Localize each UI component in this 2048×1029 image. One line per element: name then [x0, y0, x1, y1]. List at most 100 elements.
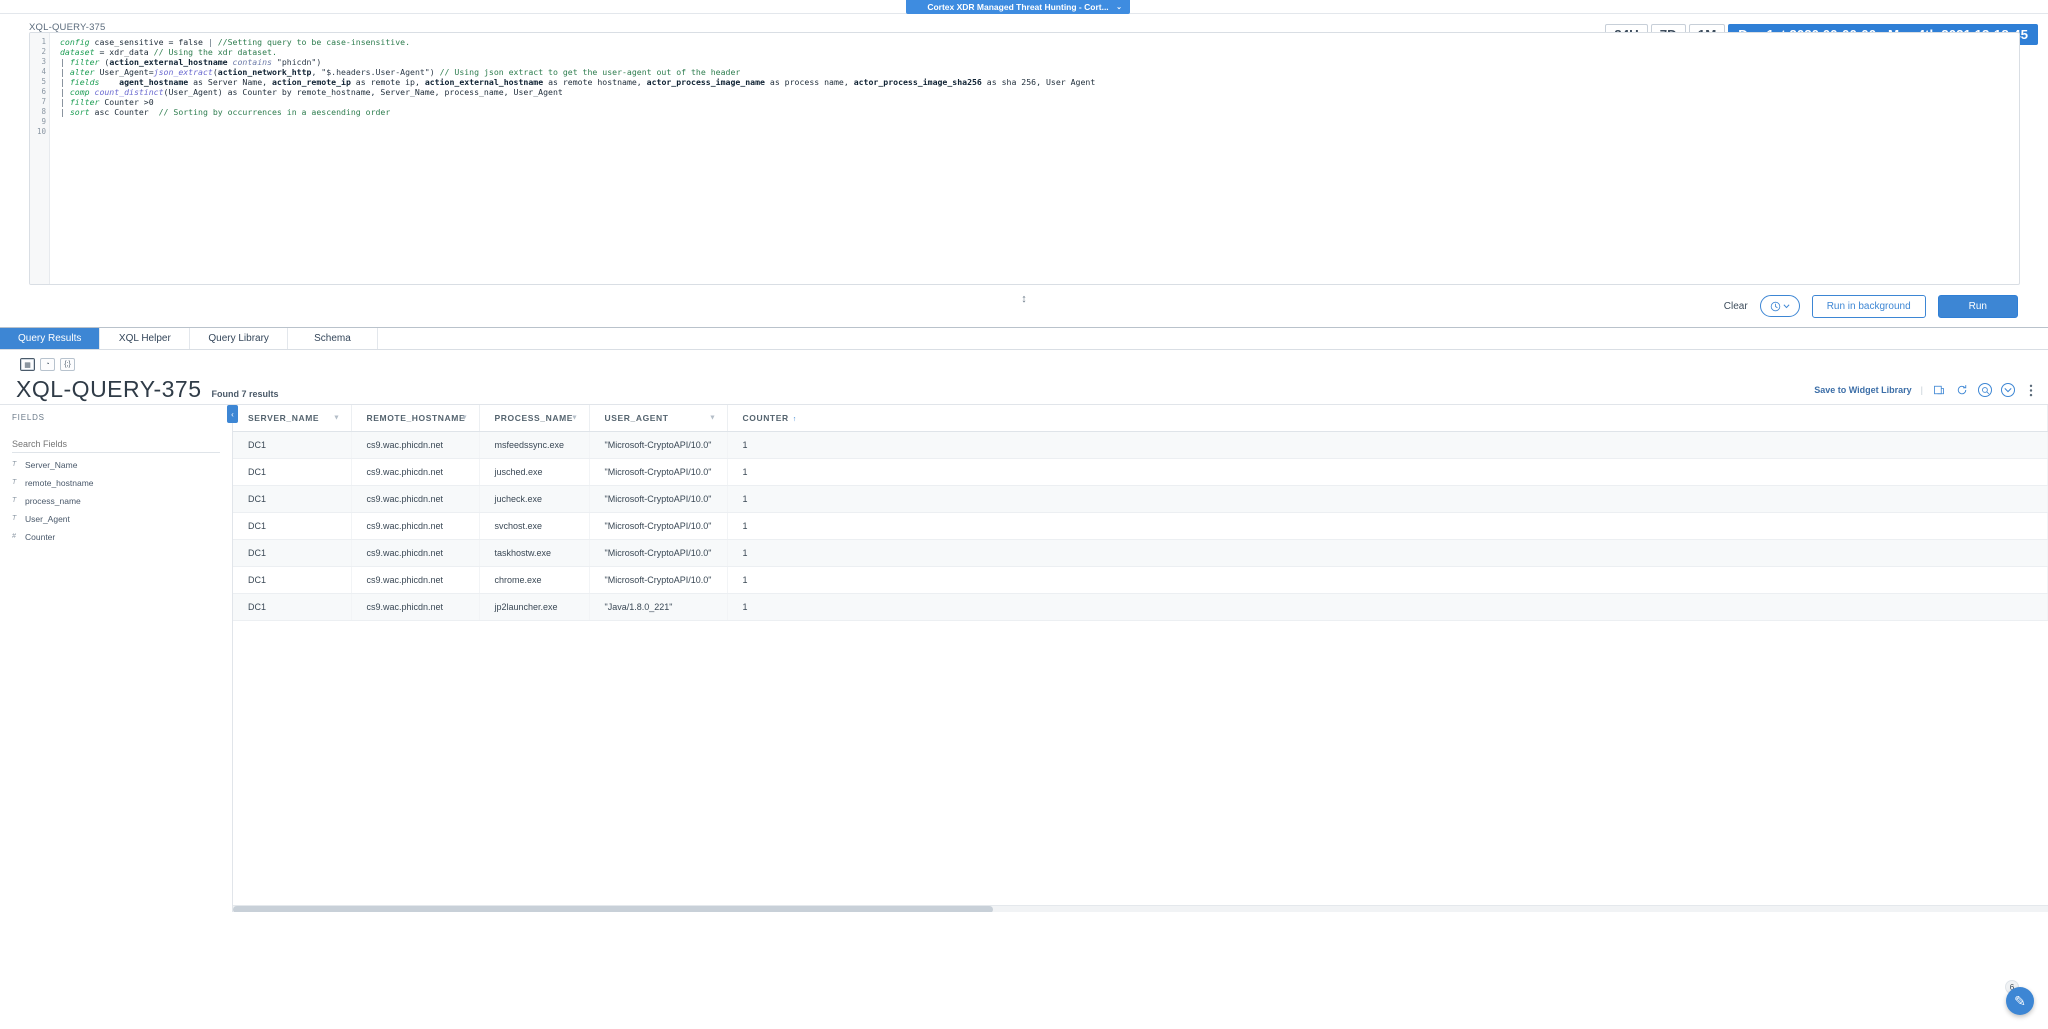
column-header-label: SERVER_NAME	[248, 413, 320, 423]
table-row[interactable]: DC1 cs9.wac.phicdn.net svchost.exe "Microso…	[233, 512, 2048, 540]
field-item[interactable]: # Counter	[12, 530, 222, 543]
column-header-remote-hostname[interactable]: REMOTE_HOSTNAME ▼	[351, 405, 480, 432]
code-token: config	[60, 37, 95, 47]
line-number: 5	[41, 77, 46, 86]
code-line[interactable]: 8 | sort asc Counter // Sorting by occurr…	[30, 107, 2019, 117]
field-type-icon: T	[12, 515, 17, 522]
collapse-fields-panel-button[interactable]: ‹	[227, 405, 238, 423]
code-token: |	[60, 87, 70, 97]
clear-button[interactable]: Clear	[1724, 301, 1748, 312]
tab-schema[interactable]: Schema	[288, 328, 378, 349]
filter-dropdown-icon[interactable]	[2001, 383, 2015, 397]
chevron-down-icon[interactable]: ⌄	[1116, 3, 1122, 11]
cell-process-name: msfeedssync.exe	[479, 431, 590, 459]
code-token: fields	[69, 77, 105, 87]
search-icon[interactable]	[1978, 383, 1992, 397]
field-item[interactable]: T User_Agent	[12, 512, 222, 525]
cell-user-agent: "Java/1.8.0_221"	[589, 593, 728, 621]
results-header-actions: Save to Widget Library |	[1814, 383, 2038, 397]
column-header-label: COUNTER	[742, 413, 789, 423]
field-item[interactable]: Tprocess_name	[12, 494, 222, 507]
table-row[interactable]: DC1 cs9.wac.phicdn.net jp2launcher.exe "Jav…	[233, 593, 2048, 621]
json-view-icon[interactable]: {;}	[60, 358, 75, 371]
code-line[interactable]: 4 | alter User_Agent=json_extract(action_…	[30, 67, 2019, 77]
tab-xql-helper[interactable]: XQL Helper	[100, 328, 191, 349]
code-line[interactable]: 6 | comp count_distinct(User_Agent) as Co…	[30, 87, 2019, 97]
cell-counter: 1	[727, 566, 2048, 594]
code-token: filter	[69, 97, 105, 107]
code-line-text: | sort asc Counter // Sorting by occurre…	[50, 107, 390, 117]
column-header-label: PROCESS_NAME	[494, 413, 574, 423]
code-token: alter	[69, 67, 100, 77]
divider: |	[1920, 385, 1923, 395]
scrollbar-thumb[interactable]	[233, 906, 993, 912]
code-token: // Using json extract to get the user-ag…	[439, 67, 741, 77]
code-line[interactable]: 2 dataset = xdr_data // Using the xdr dat…	[30, 47, 2019, 57]
help-fab-button[interactable]: ✎	[2006, 987, 2034, 1015]
code-token: |	[60, 97, 70, 107]
column-filter-icon[interactable]: ▼	[333, 415, 341, 422]
tab-query-results[interactable]: Query Results	[0, 328, 101, 349]
code-line[interactable]: 1 config case_sensitive = false | //Setti…	[30, 37, 2019, 47]
search-fields-input[interactable]	[12, 437, 220, 453]
column-header-process-name[interactable]: PROCESS_NAME ▼	[479, 405, 590, 432]
cell-server-name: DC1	[233, 512, 352, 540]
code-token: sort	[69, 107, 95, 117]
code-token: Counter >0	[104, 97, 154, 107]
column-filter-icon[interactable]: ▼	[461, 415, 469, 422]
refresh-icon[interactable]	[1955, 383, 1969, 397]
table-row[interactable]: DC1 cs9.wac.phicdn.net taskhostw.exe "Micro…	[233, 539, 2048, 567]
code-token: |	[60, 77, 70, 87]
cell-remote-hostname: cs9.wac.phicdn.net	[351, 458, 480, 486]
code-line[interactable]: 10	[30, 127, 2019, 137]
query-history-button[interactable]	[1759, 295, 1800, 317]
column-filter-icon[interactable]: ▼	[709, 415, 717, 422]
field-item[interactable]: Tremote_hostname	[12, 476, 222, 489]
table-view-icon[interactable]: ▦	[20, 358, 35, 371]
code-line[interactable]: 3 | filter (action_external_hostname cont…	[30, 57, 2019, 67]
results-tabs: Query Results XQL Helper Query Library Sche…	[0, 327, 2048, 350]
column-header-server-name[interactable]: SERVER_NAME ▼	[233, 405, 352, 432]
column-header-counter[interactable]: COUNTER ↑	[727, 405, 2048, 432]
field-item[interactable]: T Server_Name	[12, 458, 222, 471]
code-line[interactable]: 9	[30, 117, 2019, 127]
code-token: = xdr_data	[94, 47, 154, 57]
cell-remote-hostname: cs9.wac.phicdn.net	[351, 593, 480, 621]
column-header-label: REMOTE_HOSTNAME	[366, 413, 466, 423]
code-token: action_remote_ip	[272, 77, 351, 87]
field-type-icon: T	[12, 497, 17, 504]
tab-query-library[interactable]: Query Library	[190, 328, 288, 349]
table-row[interactable]: DC1 cs9.wac.phicdn.net chrome.exe "Microsof…	[233, 566, 2048, 594]
cell-user-agent: "Microsoft-CryptoAPI/10.0"	[589, 485, 728, 513]
xql-editor[interactable]: 1 config case_sensitive = false | //Setti…	[29, 32, 2020, 285]
horizontal-scrollbar[interactable]	[233, 905, 2048, 912]
run-in-background-button[interactable]: Run in background	[1811, 294, 1926, 318]
save-to-widget-library-button[interactable]: Save to Widget Library	[1814, 385, 1911, 395]
editor-code[interactable]: 1 config case_sensitive = false | //Setti…	[30, 33, 2019, 137]
line-number: 6	[41, 87, 46, 96]
code-token: filter	[69, 57, 105, 67]
table-row[interactable]: DC1 cs9.wac.phicdn.net msfeedssync.exe "Mic…	[233, 431, 2048, 459]
export-icon[interactable]	[1932, 383, 1946, 397]
results-title: XQL-QUERY-375	[16, 376, 202, 402]
resize-handle-icon[interactable]: ↕	[1021, 294, 1027, 305]
cell-remote-hostname: cs9.wac.phicdn.net	[351, 539, 480, 567]
more-options-icon[interactable]	[2024, 383, 2038, 397]
code-token: User_Agent=	[99, 67, 154, 77]
chart-view-icon[interactable]: ◔	[40, 358, 55, 371]
table-row[interactable]: DC1 cs9.wac.phicdn.net jucheck.exe "Microso…	[233, 485, 2048, 513]
sort-ascending-icon[interactable]: ↑	[793, 416, 797, 423]
line-number: 1	[41, 37, 46, 46]
run-button[interactable]: Run	[1937, 294, 2018, 318]
cell-user-agent: "Microsoft-CryptoAPI/10.0"	[589, 566, 728, 594]
table-row[interactable]: DC1 cs9.wac.phicdn.net jusched.exe "Microso…	[233, 458, 2048, 486]
cell-server-name: DC1	[233, 539, 352, 567]
cell-server-name: DC1	[233, 485, 352, 513]
code-line[interactable]: 7 | filter Counter >0	[30, 97, 2019, 107]
chevron-down-small-icon	[1783, 303, 1790, 308]
context-tab[interactable]: Cortex XDR Managed Threat Hunting - Cort…	[906, 0, 1130, 14]
column-filter-icon[interactable]: ▼	[571, 415, 579, 422]
code-line[interactable]: 5 | fields agent_hostname as Server Name,…	[30, 77, 2019, 87]
column-header-user-agent[interactable]: USER_AGENT ▼	[589, 405, 728, 432]
